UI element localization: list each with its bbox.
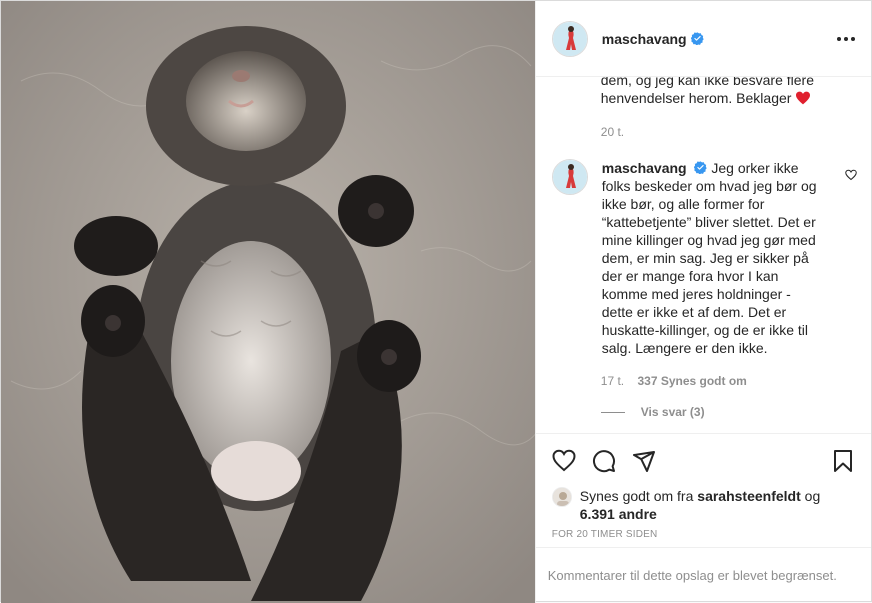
post-photo[interactable] <box>1 1 535 603</box>
likes-prefix: Synes godt om fra <box>579 488 698 504</box>
comment-time[interactable]: 17 t. <box>601 374 624 388</box>
previous-comment-body: dem, og jeg kan ikke besvare flere henve… <box>600 77 814 106</box>
comment-item: maschavang Jeg orker ikke folks beskeder… <box>551 159 857 357</box>
liker-username[interactable]: sarahsteenfeldt <box>697 488 800 504</box>
comment-text: Jeg orker ikke folks beskeder om hvad je… <box>601 160 817 356</box>
kitten-photo <box>1 1 535 603</box>
post-header: maschavang <box>535 1 871 77</box>
replies-divider <box>600 411 625 413</box>
post-dialog: maschavang dem, og jeg kan ikke besvare … <box>0 0 872 603</box>
bookmark-icon[interactable] <box>831 449 855 473</box>
post-side-panel: maschavang dem, og jeg kan ikke besvare … <box>534 1 871 603</box>
post-timestamp[interactable]: FOR 20 TIMER SIDEN <box>536 529 871 547</box>
previous-comment-time[interactable]: 20 t. <box>601 125 624 139</box>
previous-comment-text: dem, og jeg kan ikke besvare flere henve… <box>601 77 831 107</box>
comment-avatar[interactable] <box>551 159 588 195</box>
post-username[interactable]: maschavang <box>602 31 687 47</box>
comments-restricted-notice: Kommentarer til dette opslag er blevet b… <box>535 547 871 603</box>
comment-likes-count[interactable]: 337 Synes godt om <box>637 374 746 388</box>
comment-meta: 17 t. 337 Synes godt om <box>601 374 747 388</box>
likes-others[interactable]: 6.391 andre <box>580 506 657 522</box>
comment-like-heart-icon[interactable] <box>845 169 857 181</box>
view-replies-button[interactable]: Vis svar (3) <box>600 405 705 419</box>
avatar[interactable] <box>551 20 588 57</box>
likes-middle: og <box>800 488 821 504</box>
red-heart-emoji-icon <box>796 91 811 105</box>
comment-body: maschavang Jeg orker ikke folks beskeder… <box>602 159 822 357</box>
likes-summary: Synes godt om fra sarahsteenfeldt og 6.3… <box>536 487 871 523</box>
verified-badge-icon <box>690 32 704 45</box>
comment-icon[interactable] <box>592 449 616 473</box>
verified-badge-icon <box>694 161 708 174</box>
share-icon[interactable] <box>632 449 656 473</box>
heart-icon[interactable] <box>552 449 576 473</box>
view-replies-label: Vis svar (3) <box>640 405 705 419</box>
more-options-icon[interactable] <box>837 31 855 47</box>
comment-username[interactable]: maschavang <box>602 160 687 176</box>
liker-avatar[interactable] <box>551 487 572 507</box>
post-actions <box>535 433 871 487</box>
comments-list[interactable]: dem, og jeg kan ikke besvare flere henve… <box>536 77 871 433</box>
likes-text: Synes godt om fra sarahsteenfeldt og 6.3… <box>580 487 820 523</box>
